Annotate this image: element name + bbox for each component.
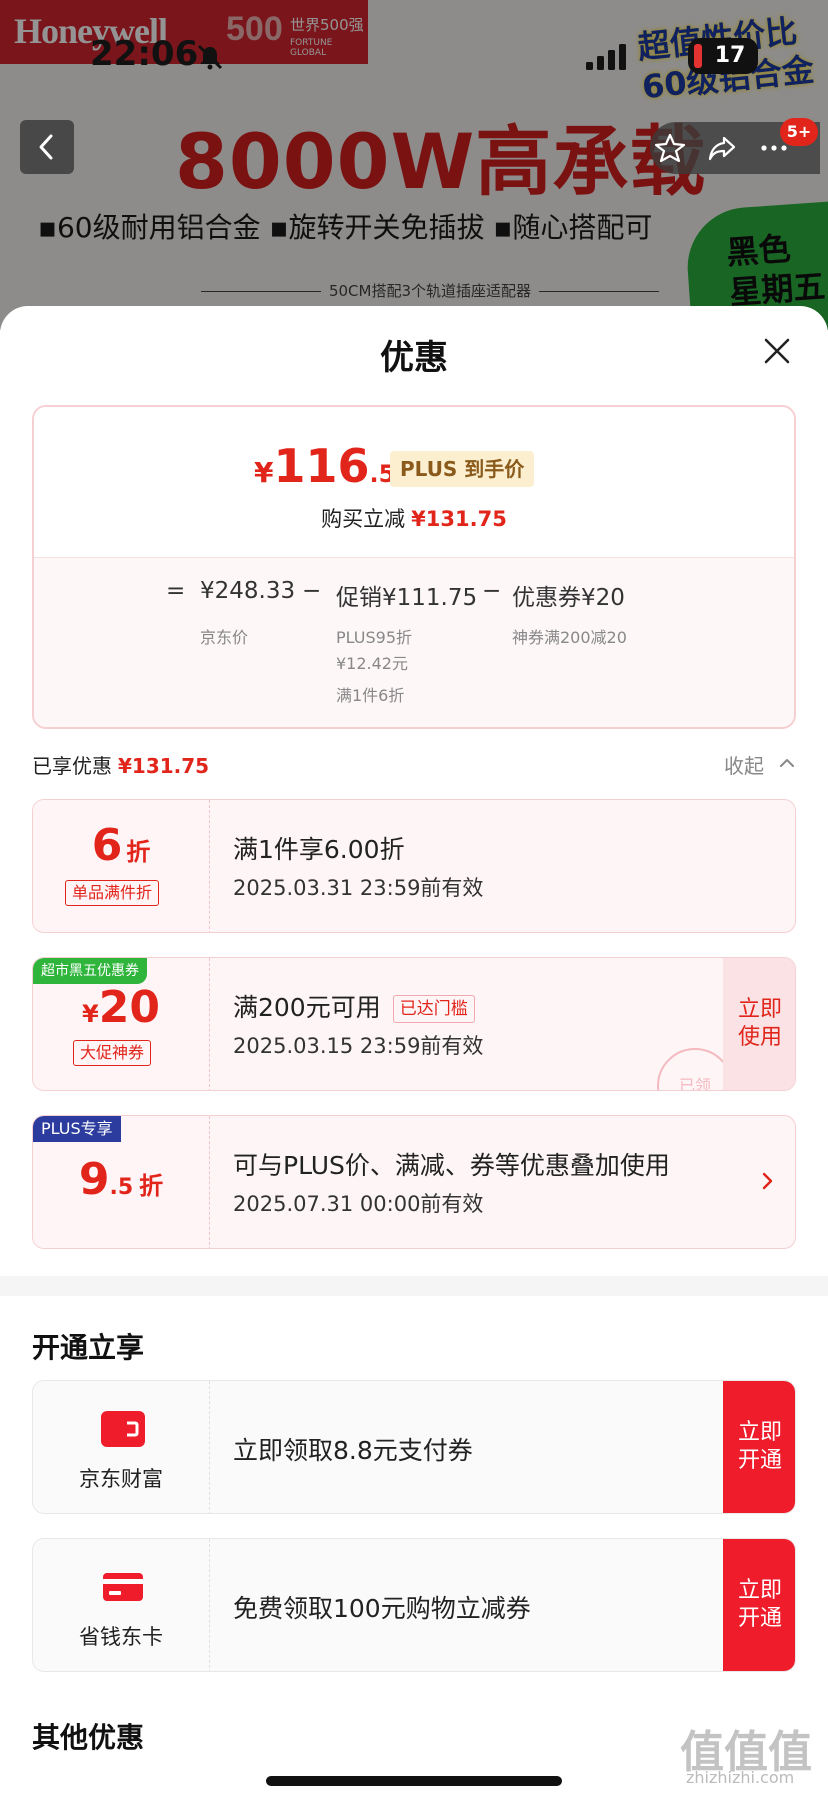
collapse-button[interactable]: 收起 xyxy=(724,750,764,779)
benefit-title: 立即领取8.8元支付券 xyxy=(233,1436,473,1465)
open-now-label: 立即 开通 xyxy=(737,1578,782,1631)
coupon-value-main: 20 xyxy=(98,982,160,1033)
home-indicator[interactable] xyxy=(266,1776,562,1786)
price-calculation: = ¥248.33 − 促销¥111.75 − 优惠券¥20 京东价 PLUS9… xyxy=(34,558,794,727)
bell-off-icon xyxy=(197,44,223,70)
product-banner: Honeywell 500 世界500强 FORTUNE GLOBAL 8000… xyxy=(0,0,828,330)
plus-price-tag: PLUS 到手价 xyxy=(390,451,535,487)
promo-detail: PLUS95折 xyxy=(336,628,412,647)
jd-price: ¥248.33 xyxy=(200,578,296,604)
benefit-name: 省钱东卡 xyxy=(79,1625,163,1649)
share-icon[interactable] xyxy=(706,132,738,164)
coupon-value: ¥20 xyxy=(33,982,209,1033)
coupon-type-tag: 大促神券 xyxy=(73,1040,152,1066)
coupon-title: 满1件享6.00折 xyxy=(233,835,405,864)
coupon-value-main: 6 xyxy=(91,820,123,871)
card-icon xyxy=(103,1573,143,1601)
coupon-corner-tag: PLUS专享 xyxy=(33,1116,121,1142)
signal-icon xyxy=(586,44,626,70)
coupon-amount: 优惠券¥20 xyxy=(512,585,625,611)
open-now-button[interactable]: 立即 开通 xyxy=(723,1381,795,1513)
sheet-title: 优惠 xyxy=(380,338,448,378)
chevron-up-icon[interactable] xyxy=(778,754,796,772)
coupon-expiry: 2025.07.31 00:00前有效 xyxy=(233,1192,484,1216)
price-breakdown-card: ¥116.58 PLUS 到手价 购买立减¥131.75 = ¥248.33 −… xyxy=(32,405,796,729)
wallet-icon xyxy=(101,1411,145,1447)
promo-amount: 促销¥111.75 xyxy=(336,585,478,611)
claimed-stamp: 已领 xyxy=(657,1048,733,1090)
coupon-card-discount: 6折 单品满件折 满1件享6.00折 2025.03.31 23:59前有效 xyxy=(32,799,796,933)
price-currency: ¥ xyxy=(254,456,274,489)
open-now-label: 立即 开通 xyxy=(737,1420,782,1473)
coupon-value-currency: ¥ xyxy=(82,1000,99,1028)
discount-sheet: 优惠 ¥116.58 PLUS 到手价 购买立减¥131.75 = ¥248.3… xyxy=(0,306,828,1795)
coupon-title-row: 满200元可用 已达门槛 xyxy=(233,988,475,1024)
coupon-corner-tag: 超市黑五优惠券 xyxy=(33,958,147,984)
section-title-other: 其他优惠 xyxy=(32,1721,145,1754)
coupon-expiry: 2025.03.15 23:59前有效 xyxy=(233,1034,484,1058)
benefit-divider xyxy=(209,1539,210,1671)
coupon-value-unit: 折 xyxy=(126,838,151,866)
coupon-value-main: 9 xyxy=(78,1154,110,1205)
enjoyed-label: 已享优惠 xyxy=(32,754,112,778)
coupon-expiry: 2025.03.31 23:59前有效 xyxy=(233,876,484,900)
coupon-card-voucher: ¥20 大促神券 超市黑五优惠券 满200元可用 已达门槛 2025.03.15 … xyxy=(32,957,796,1091)
instant-cut: 购买立减 ¥131.75 xyxy=(34,503,794,533)
coupon-divider xyxy=(209,800,210,932)
benefit-title: 免费领取100元购物立减券 xyxy=(233,1594,531,1623)
message-badge: 5+ xyxy=(780,118,818,146)
use-now-label: 立即 使用 xyxy=(737,997,782,1050)
coupon-card-plus[interactable]: 9.5 折 PLUS专享 可与PLUS价、满减、券等优惠叠加使用 2025.07.… xyxy=(32,1115,796,1249)
back-button[interactable] xyxy=(20,120,74,174)
coupon-value: 9.5 折 xyxy=(33,1154,209,1205)
final-price: ¥116.58 xyxy=(254,439,412,493)
star-icon[interactable] xyxy=(654,132,686,164)
instant-cut-label: 购买立减 xyxy=(321,507,406,531)
chevron-right-icon[interactable] xyxy=(759,1168,777,1194)
use-now-button[interactable]: 立即 使用 xyxy=(723,958,795,1090)
promo-detail: 满1件6折 xyxy=(336,686,405,705)
coupon-type-tag: 单品满件折 xyxy=(65,880,160,906)
price-summary: ¥116.58 PLUS 到手价 购买立减¥131.75 xyxy=(34,407,794,557)
coupon-divider xyxy=(209,958,210,1090)
coupon-value-decimal: .5 xyxy=(109,1175,134,1200)
coupon-value: 6折 xyxy=(33,820,209,871)
threshold-reached-tag: 已达门槛 xyxy=(392,995,475,1023)
status-time: 22:06 xyxy=(90,34,199,74)
benefit-divider xyxy=(209,1381,210,1513)
enjoyed-discount: 已享优惠 ¥131.75 xyxy=(32,750,209,779)
jd-price-label: 京东价 xyxy=(200,628,249,647)
minus-sign: − xyxy=(302,578,322,604)
chevron-left-icon xyxy=(39,134,53,160)
price-integer: 116 xyxy=(273,439,370,493)
coupon-detail: 神券满200减20 xyxy=(512,628,627,647)
coupon-divider xyxy=(209,1116,210,1248)
minus-sign: − xyxy=(482,578,502,604)
benefit-card-saving-card: 省钱东卡 免费领取100元购物立减券 立即 开通 xyxy=(32,1538,796,1672)
site-watermark-url: zhizhizhi.com xyxy=(686,1768,795,1787)
coupon-title: 满200元可用 xyxy=(233,993,381,1022)
benefit-name: 京东财富 xyxy=(79,1467,163,1491)
coupon-title: 可与PLUS价、满减、券等优惠叠加使用 xyxy=(233,1151,670,1180)
open-now-button[interactable]: 立即 开通 xyxy=(723,1539,795,1671)
instant-cut-value: ¥131.75 xyxy=(411,507,507,531)
coupon-value-area: 6折 单品满件折 xyxy=(33,800,209,932)
equals-sign: = xyxy=(166,578,186,604)
promo-detail: ¥12.42元 xyxy=(336,654,408,673)
coupon-value-unit: 折 xyxy=(139,1172,164,1200)
section-separator xyxy=(0,1276,828,1296)
battery-level: 17 xyxy=(714,43,746,68)
enjoyed-value: ¥131.75 xyxy=(118,754,210,778)
close-icon[interactable] xyxy=(762,336,792,366)
battery-low-bar xyxy=(694,44,702,68)
section-title-open: 开通立享 xyxy=(32,1331,145,1364)
benefit-card-jd-wealth: 京东财富 立即领取8.8元支付券 立即 开通 xyxy=(32,1380,796,1514)
